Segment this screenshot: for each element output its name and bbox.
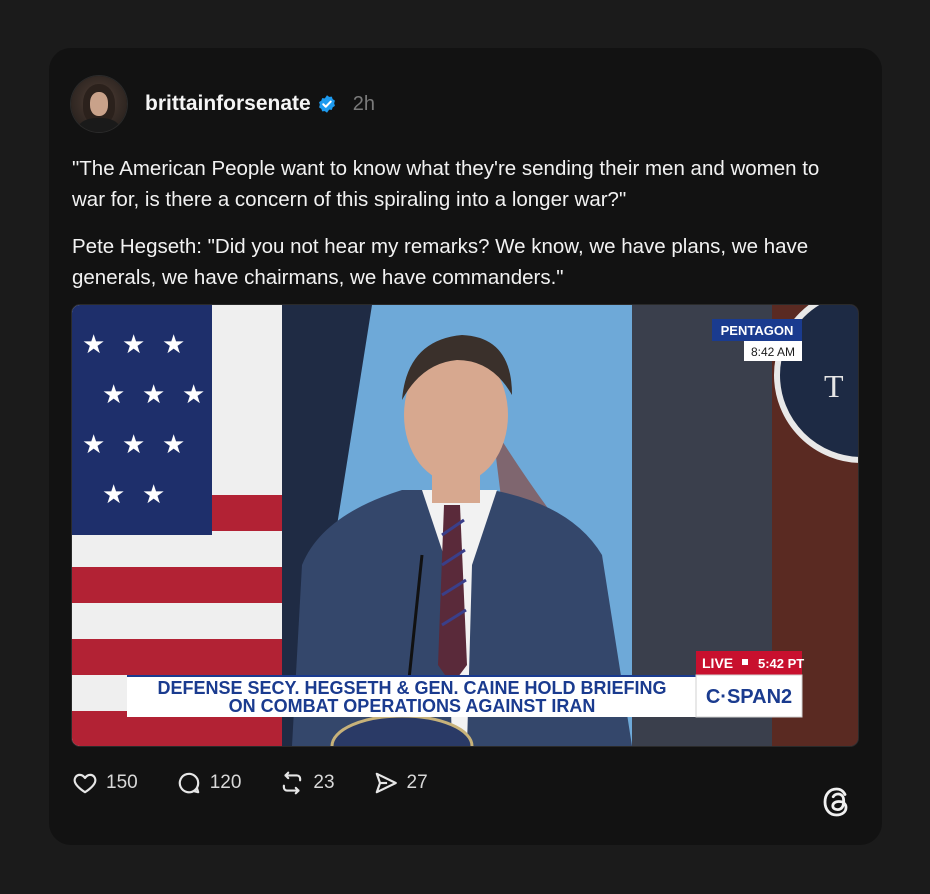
- svg-text:★: ★: [82, 330, 105, 360]
- network-time: 8:42 AM: [751, 345, 795, 359]
- chyron-line-1: DEFENSE SECY. HEGSETH & GEN. CAINE HOLD …: [157, 678, 666, 698]
- svg-text:★: ★: [122, 430, 145, 460]
- threads-logo-icon[interactable]: [819, 784, 855, 820]
- avatar[interactable]: [71, 76, 127, 132]
- verified-badge-icon: [318, 95, 335, 113]
- heart-icon: [73, 773, 97, 794]
- svg-text:★: ★: [82, 430, 105, 460]
- reply-button[interactable]: 120: [176, 770, 242, 796]
- share-button[interactable]: 27: [373, 770, 428, 796]
- live-time: 5:42 PT: [758, 656, 804, 671]
- repost-count: 23: [313, 772, 335, 793]
- like-count: 150: [106, 772, 138, 793]
- share-count: 27: [406, 772, 428, 793]
- svg-text:★: ★: [102, 380, 125, 410]
- reply-count: 120: [209, 772, 242, 793]
- svg-text:T: T: [824, 368, 844, 404]
- repost-icon: [283, 771, 302, 795]
- svg-text:★: ★: [162, 330, 185, 360]
- post-media-image[interactable]: T ★ ★ ★ ★ ★ ★ ★ ★ ★ ★ ★ PENTAGON 8:42 AM…: [72, 305, 858, 746]
- live-label: LIVE: [702, 655, 733, 671]
- svg-text:★: ★: [182, 380, 205, 410]
- post-actions: 150 120 23 27: [72, 770, 466, 796]
- svg-text:★: ★: [102, 480, 125, 510]
- network-tag: PENTAGON: [721, 323, 794, 338]
- post-timestamp: 2h: [352, 92, 375, 115]
- post-card[interactable]: brittainforsenate 2h "The American Peopl…: [49, 48, 882, 845]
- svg-text:★: ★: [142, 480, 165, 510]
- channel-logo: C·SPAN2: [706, 686, 792, 708]
- send-icon: [375, 772, 397, 794]
- svg-text:★: ★: [142, 380, 165, 410]
- svg-text:★: ★: [162, 430, 185, 460]
- chyron-line-2: ON COMBAT OPERATIONS AGAINST IRAN: [229, 696, 596, 716]
- repost-button[interactable]: 23: [279, 770, 335, 796]
- post-text-paragraph-2: Pete Hegseth: "Did you not hear my remar…: [72, 235, 809, 289]
- post-text-paragraph-1: "The American People want to know what t…: [72, 157, 820, 211]
- like-button[interactable]: 150: [72, 770, 138, 796]
- post-header: brittainforsenate 2h: [71, 76, 375, 132]
- comment-icon: [178, 772, 199, 794]
- username[interactable]: brittainforsenate: [145, 92, 311, 116]
- svg-text:★: ★: [122, 330, 145, 360]
